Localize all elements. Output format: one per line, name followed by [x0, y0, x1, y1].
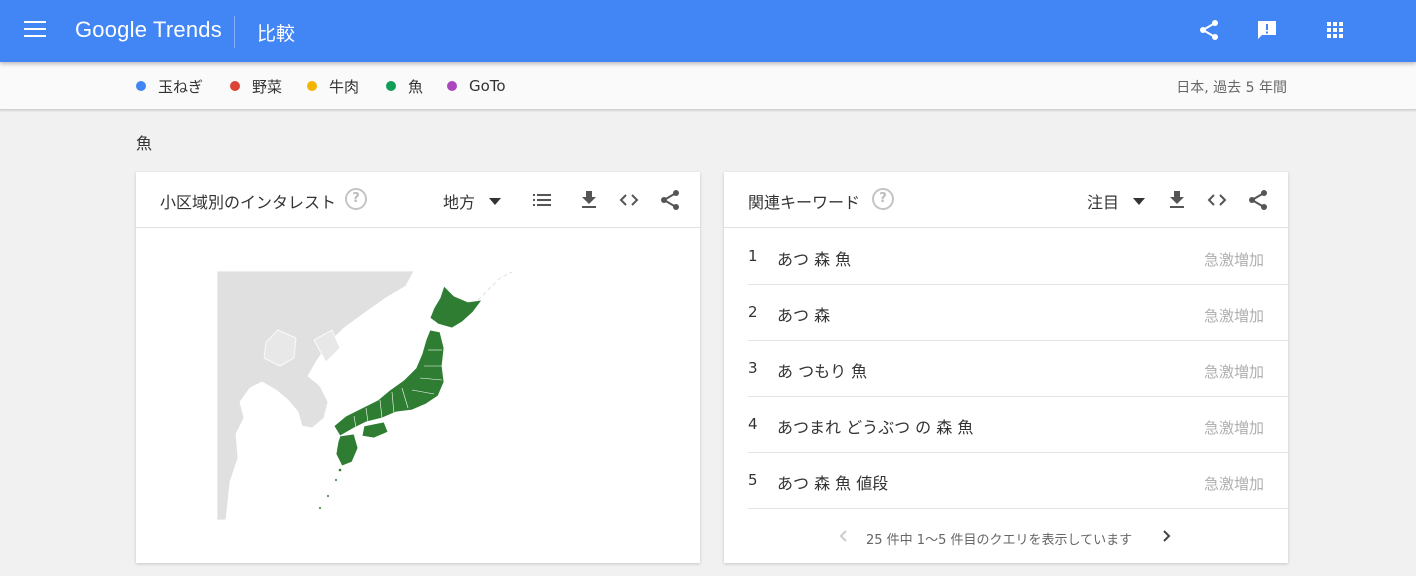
series-dot [230, 81, 240, 91]
list-icon[interactable] [530, 188, 554, 212]
query-text[interactable]: あ つもり 魚 [777, 358, 867, 382]
rising-value: 急激増加 [1203, 419, 1264, 437]
rising-value: 急激増加 [1203, 363, 1264, 381]
term-chip[interactable]: 野菜 [230, 75, 282, 97]
card-title: 小区域別のインタレスト [160, 193, 337, 212]
related-query-row[interactable]: 2 あつ 森 急激増加 [748, 285, 1288, 341]
pagination: 25 件中 1～5 件目のクエリを表示しています [724, 510, 1288, 562]
card-title: 関連キーワード [748, 193, 861, 212]
row-index: 4 [748, 415, 758, 433]
apps-grid-icon[interactable] [1323, 18, 1347, 42]
download-icon[interactable] [577, 188, 601, 212]
rising-value: 急激増加 [1203, 475, 1264, 493]
help-icon[interactable]: ? [345, 188, 367, 210]
feedback-icon[interactable] [1255, 18, 1279, 42]
term-chip[interactable]: GoTo [447, 75, 506, 97]
resolution-dropdown[interactable]: 地方 [443, 189, 502, 213]
embed-icon[interactable] [617, 188, 641, 212]
term-label: 魚 [408, 77, 424, 96]
share-icon[interactable] [1197, 18, 1221, 42]
japan-region-map[interactable] [216, 270, 526, 520]
term-label: 野菜 [252, 77, 283, 96]
term-chip[interactable]: 魚 [386, 75, 423, 97]
query-text[interactable]: あつ 森 [777, 302, 830, 326]
dropdown-label: 注目 [1087, 193, 1120, 212]
chevron-right-icon[interactable] [1158, 526, 1174, 546]
row-index: 1 [748, 247, 758, 265]
rising-value: 急激増加 [1203, 307, 1264, 325]
row-index: 5 [748, 471, 758, 489]
row-index: 2 [748, 303, 758, 321]
download-icon[interactable] [1165, 188, 1189, 212]
pagination-text: 25 件中 1～5 件目のクエリを表示しています [866, 533, 1133, 548]
region-period-info[interactable]: 日本, 過去 5 年間 [1176, 77, 1287, 97]
term-label: 牛肉 [329, 77, 360, 96]
query-text[interactable]: あつ 森 魚 値段 [777, 470, 888, 494]
dropdown-label: 地方 [443, 193, 476, 212]
help-icon[interactable]: ? [872, 188, 894, 210]
card-header: 関連キーワード ? 注目 [724, 172, 1288, 228]
series-dot [136, 81, 146, 91]
menu-icon[interactable] [24, 21, 46, 39]
related-query-row[interactable]: 5 あつ 森 魚 値段 急激増加 [748, 453, 1288, 509]
caret-down-icon [489, 197, 502, 205]
related-query-row[interactable]: 4 あつまれ どうぶつ の 森 魚 急激増加 [748, 397, 1288, 453]
google-trends-logo[interactable]: Google Trends [75, 17, 222, 43]
query-text[interactable]: あつ 森 魚 [777, 246, 851, 270]
app-header: Google Trends 比較 [0, 0, 1416, 62]
term-label: GoTo [469, 77, 506, 95]
interest-by-subregion-card: 小区域別のインタレスト ? 地方 [136, 172, 700, 563]
series-dot [447, 81, 457, 91]
rising-top-dropdown[interactable]: 注目 [1087, 189, 1146, 213]
share-icon[interactable] [658, 188, 682, 212]
header-divider [234, 16, 235, 48]
term-label: 玉ねぎ [158, 77, 204, 96]
card-header: 小区域別のインタレスト ? 地方 [136, 172, 700, 228]
compare-bar: 玉ねぎ 野菜 牛肉 魚 GoTo 日本, 過去 5 年間 [0, 62, 1416, 110]
series-dot [386, 81, 396, 91]
rising-value: 急激増加 [1203, 251, 1264, 269]
series-dot [307, 81, 317, 91]
page-title: 比較 [257, 23, 296, 45]
embed-icon[interactable] [1205, 188, 1229, 212]
term-chip[interactable]: 玉ねぎ [136, 75, 203, 97]
term-chip[interactable]: 牛肉 [307, 75, 359, 97]
share-icon[interactable] [1246, 188, 1270, 212]
related-query-row[interactable]: 1 あつ 森 魚 急激増加 [748, 229, 1288, 285]
chevron-left-icon[interactable] [836, 526, 852, 546]
section-label: 魚 [136, 134, 153, 153]
related-queries-card: 関連キーワード ? 注目 1 あつ 森 魚 急激増加 2 あつ 森 急激増加 3… [724, 172, 1288, 563]
row-index: 3 [748, 359, 758, 377]
caret-down-icon [1133, 197, 1146, 205]
query-text[interactable]: あつまれ どうぶつ の 森 魚 [777, 414, 973, 438]
related-query-row[interactable]: 3 あ つもり 魚 急激増加 [748, 341, 1288, 397]
